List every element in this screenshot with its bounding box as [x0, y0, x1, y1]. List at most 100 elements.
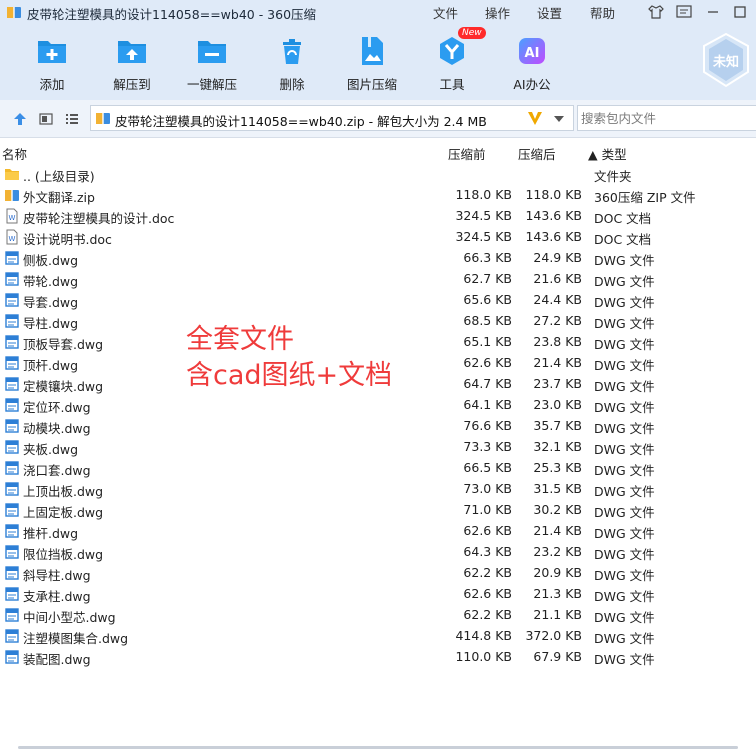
file-row[interactable]: 浇口套.dwg 66.5 KB 25.3 KB DWG 文件	[0, 458, 756, 479]
avatar-text: 未知	[712, 55, 739, 70]
column-compressed-size[interactable]: 压缩后	[518, 144, 556, 163]
zip-file-icon	[96, 113, 110, 124]
file-row[interactable]: W 设计说明书.doc 324.5 KB 143.6 KB DOC 文档	[0, 227, 756, 248]
doc-file-icon: W	[4, 208, 20, 224]
file-original-size: 414.8 KB	[455, 628, 512, 643]
list-header: 名称 压缩前 压缩后 ▲ 类型	[0, 141, 756, 163]
search-box[interactable]	[577, 105, 756, 131]
delete-label: 删除	[279, 77, 305, 92]
folder-icon	[4, 166, 20, 182]
file-type: DOC 文档	[594, 211, 652, 226]
file-original-size: 324.5 KB	[455, 229, 512, 244]
file-compressed-size: 143.6 KB	[525, 229, 582, 244]
file-row[interactable]: 限位挡板.dwg 64.3 KB 23.2 KB DWG 文件	[0, 542, 756, 563]
one-click-extract-label: 一键解压	[186, 77, 237, 92]
file-compressed-size: 27.2 KB	[533, 313, 582, 328]
file-row[interactable]: 外文翻译.zip 118.0 KB 118.0 KB 360压缩 ZIP 文件	[0, 185, 756, 206]
extract-to-icon	[118, 41, 146, 63]
dwg-file-icon	[4, 439, 20, 455]
file-compressed-size: 24.9 KB	[533, 250, 582, 265]
add-button[interactable]: 添加	[14, 34, 90, 92]
ai-office-label: AI办公	[513, 77, 551, 92]
parent-directory-row[interactable]: .. (上级目录) 文件夹	[0, 164, 756, 185]
file-row[interactable]: 夹板.dwg 73.3 KB 32.1 KB DWG 文件	[0, 437, 756, 458]
dwg-file-icon	[4, 397, 20, 413]
file-compressed-size: 31.5 KB	[533, 481, 582, 496]
dwg-file-icon	[4, 649, 20, 665]
file-row[interactable]: 动模块.dwg 76.6 KB 35.7 KB DWG 文件	[0, 416, 756, 437]
skin-button[interactable]	[647, 3, 667, 21]
file-name: 皮带轮注塑模具的设计.doc	[23, 211, 175, 226]
one-click-extract-icon	[198, 41, 226, 63]
file-type: DWG 文件	[594, 505, 655, 520]
ai-office-icon: AI	[519, 38, 545, 64]
archive-app-icon	[7, 7, 21, 18]
up-level-icon[interactable]	[12, 111, 28, 127]
file-original-size: 62.2 KB	[463, 607, 512, 622]
promo-line-1: 全套文件	[186, 324, 294, 355]
tools-button[interactable]: New 工具	[414, 27, 490, 92]
column-type[interactable]: ▲ 类型	[588, 144, 627, 163]
view-list-icon[interactable]	[64, 111, 80, 127]
file-type: DWG 文件	[594, 316, 655, 331]
file-row[interactable]: 中间小型芯.dwg 62.2 KB 21.1 KB DWG 文件	[0, 605, 756, 626]
file-row[interactable]: 带轮.dwg 62.7 KB 21.6 KB DWG 文件	[0, 269, 756, 290]
file-row[interactable]: 推杆.dwg 62.6 KB 21.4 KB DWG 文件	[0, 521, 756, 542]
image-compress-button[interactable]: 图片压缩	[334, 34, 410, 92]
file-name: 中间小型芯.dwg	[23, 610, 116, 625]
file-row[interactable]: 侧板.dwg 66.3 KB 24.9 KB DWG 文件	[0, 248, 756, 269]
minimize-button[interactable]	[704, 3, 724, 21]
add-label: 添加	[39, 77, 65, 92]
feedback-button[interactable]	[675, 3, 695, 21]
file-type: DWG 文件	[594, 610, 655, 625]
menu-help[interactable]: 帮助	[590, 3, 615, 22]
extract-to-button[interactable]: 解压到	[94, 34, 170, 92]
menu-settings[interactable]: 设置	[537, 3, 562, 22]
dwg-file-icon	[4, 250, 20, 266]
horizontal-scrollbar[interactable]	[18, 746, 738, 749]
file-original-size: 73.3 KB	[463, 439, 512, 454]
file-row[interactable]: 注塑模图集合.dwg 414.8 KB 372.0 KB DWG 文件	[0, 626, 756, 647]
title-bar: 皮带轮注塑模具的设计114058==wb40 - 360压缩 文件 操作 设置 …	[0, 0, 756, 24]
file-compressed-size: 30.2 KB	[533, 502, 582, 517]
file-row[interactable]: 导套.dwg 65.6 KB 24.4 KB DWG 文件	[0, 290, 756, 311]
file-name: 上顶出板.dwg	[23, 484, 104, 499]
svg-text:W: W	[9, 235, 16, 243]
file-original-size: 64.7 KB	[463, 376, 512, 391]
view-detail-icon[interactable]	[38, 111, 54, 127]
search-input[interactable]	[578, 106, 748, 130]
file-name: 注塑模图集合.dwg	[23, 631, 129, 646]
menu-file[interactable]: 文件	[433, 3, 458, 22]
promo-line-2: 含cad图纸+文档	[186, 360, 393, 391]
file-type: 360压缩 ZIP 文件	[594, 190, 696, 205]
column-original-size[interactable]: 压缩前	[448, 144, 486, 163]
ai-office-button[interactable]: AI AI办公	[494, 34, 570, 92]
verified-v-icon[interactable]	[527, 109, 543, 127]
file-row[interactable]: 支承柱.dwg 62.6 KB 21.3 KB DWG 文件	[0, 584, 756, 605]
file-row[interactable]: 斜导柱.dwg 62.2 KB 20.9 KB DWG 文件	[0, 563, 756, 584]
file-row[interactable]: W 皮带轮注塑模具的设计.doc 324.5 KB 143.6 KB DOC 文档	[0, 206, 756, 227]
file-original-size: 62.6 KB	[463, 355, 512, 370]
file-name: 导套.dwg	[23, 295, 79, 310]
file-original-size: 65.1 KB	[463, 334, 512, 349]
user-avatar[interactable]: 未知	[700, 32, 752, 88]
maximize-button[interactable]	[731, 3, 751, 21]
file-name: 上固定板.dwg	[23, 505, 104, 520]
menu-operate[interactable]: 操作	[485, 3, 510, 22]
file-type: DWG 文件	[594, 568, 655, 583]
shirt-icon	[648, 5, 664, 19]
delete-button[interactable]: 删除	[254, 34, 330, 92]
column-name[interactable]: 名称	[2, 144, 27, 163]
file-row[interactable]: 装配图.dwg 110.0 KB 67.9 KB DWG 文件	[0, 647, 756, 668]
path-field[interactable]: 皮带轮注塑模具的设计114058==wb40.zip - 解包大小为 2.4 M…	[90, 105, 574, 131]
file-row[interactable]: 定位环.dwg 64.1 KB 23.0 KB DWG 文件	[0, 395, 756, 416]
file-type: DWG 文件	[594, 274, 655, 289]
file-compressed-size: 21.1 KB	[533, 607, 582, 622]
file-name: 侧板.dwg	[23, 253, 79, 268]
file-name: 推杆.dwg	[23, 526, 79, 541]
file-row[interactable]: 上固定板.dwg 71.0 KB 30.2 KB DWG 文件	[0, 500, 756, 521]
one-click-extract-button[interactable]: 一键解压	[174, 34, 250, 92]
chevron-down-icon[interactable]	[553, 114, 565, 124]
file-row[interactable]: 上顶出板.dwg 73.0 KB 31.5 KB DWG 文件	[0, 479, 756, 500]
file-type: DWG 文件	[594, 421, 655, 436]
